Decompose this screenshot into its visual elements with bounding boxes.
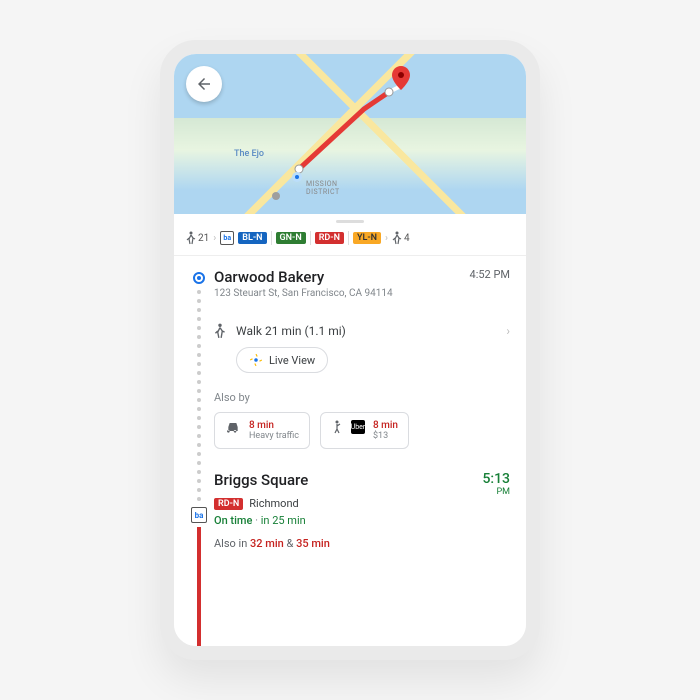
hail-icon (331, 420, 343, 434)
origin-name: Oarwood Bakery (214, 268, 393, 286)
chevron-right-icon: › (213, 233, 216, 244)
walk-icon (186, 231, 196, 245)
separator (310, 231, 311, 245)
destination-pin-icon (392, 66, 410, 90)
transit-node-icon: ba (191, 507, 207, 523)
map-poi-label: The Ejo (234, 149, 264, 159)
uber-icon: Uber (351, 420, 365, 434)
line-badge-red: RD-N (315, 232, 344, 244)
live-view-button[interactable]: Live View (236, 347, 328, 373)
walk-icon (392, 231, 402, 245)
current-location-dot (292, 172, 302, 182)
rideshare-option[interactable]: Uber 8 min $13 (320, 412, 409, 449)
drive-option[interactable]: 8 min Heavy traffic (214, 412, 310, 449)
back-button[interactable] (186, 66, 222, 102)
separator (348, 231, 349, 245)
also-in-row: Also in 32 min & 35 min (214, 537, 330, 550)
route-polyline (294, 84, 404, 174)
chevron-right-icon: › (506, 324, 510, 338)
phone-frame: The Ejo MISSION DISTRICT 21 › ba (160, 40, 540, 660)
car-icon (225, 420, 241, 434)
rideshare-sub: $13 (373, 431, 398, 441)
rideshare-time: 8 min (373, 420, 398, 431)
map-secondary-dot (272, 192, 280, 200)
chevron-right-icon: › (385, 233, 388, 244)
map-view[interactable]: The Ejo MISSION DISTRICT (174, 54, 526, 214)
walk-segment-start: 21 (186, 231, 209, 245)
walk-text: Walk 21 min (1.1 mi) (236, 324, 346, 338)
map-district-label: MISSION DISTRICT (306, 180, 340, 196)
alternative-modes: 8 min Heavy traffic Uber 8 min $13 (214, 412, 510, 449)
line-badge-yellow: YL-N (353, 232, 381, 244)
origin-node-icon (193, 272, 205, 284)
timeline: ba (192, 272, 206, 646)
screen: The Ejo MISSION DISTRICT 21 › ba (174, 54, 526, 646)
line-badge-blue: BL-N (238, 232, 266, 244)
departure-time: 5:13 (482, 471, 510, 487)
also-by-label: Also by (214, 391, 510, 404)
line-direction: Richmond (249, 497, 298, 510)
drive-time: 8 min (249, 420, 299, 431)
origin-time: 4:52 PM (470, 268, 510, 299)
dotted-segment (197, 290, 201, 501)
departure-ampm: PM (482, 487, 510, 497)
arrow-left-icon (195, 75, 213, 93)
origin-step[interactable]: Oarwood Bakery 123 Steuart St, San Franc… (214, 256, 510, 299)
live-view-label: Live View (269, 354, 315, 367)
walk-step[interactable]: Walk 21 min (1.1 mi) › (214, 323, 510, 339)
walk-icon (214, 323, 226, 339)
sheet-drag-handle[interactable] (336, 220, 364, 223)
transit-step[interactable]: Briggs Square RD-N Richmond On time · in… (214, 471, 510, 550)
drive-sub: Heavy traffic (249, 431, 299, 441)
live-view-icon (249, 353, 263, 367)
directions-content: ba Oarwood Bakery 123 Steuart St, San Fr… (174, 256, 526, 646)
line-badge-red: RD-N (214, 498, 243, 510)
transit-line-segment (197, 527, 201, 646)
status-on-time: On time (214, 514, 252, 527)
line-badge-green: GN-N (276, 232, 306, 244)
depart-in: in 25 min (261, 514, 306, 527)
walk-segment-end: 4 (392, 231, 410, 245)
walk-end-minutes: 4 (404, 233, 410, 244)
bart-icon: ba (220, 231, 234, 245)
route-summary-bar[interactable]: 21 › ba BL-N GN-N RD-N YL-N › 4 (174, 227, 526, 256)
separator (271, 231, 272, 245)
origin-address: 123 Steuart St, San Francisco, CA 94114 (214, 288, 393, 299)
walk-start-minutes: 21 (198, 233, 209, 244)
station-name: Briggs Square (214, 471, 330, 489)
